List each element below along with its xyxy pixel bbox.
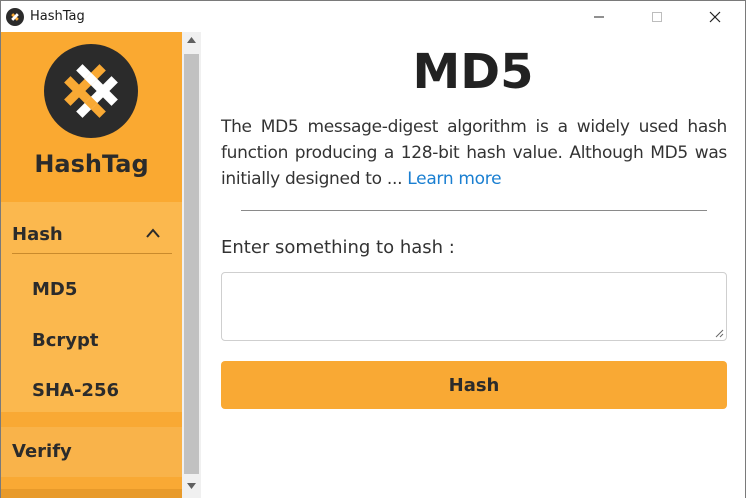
sidebar-item-label: MD5 — [32, 279, 78, 300]
divider — [241, 210, 707, 211]
sidebar-item-label: SHA-256 — [32, 380, 120, 401]
input-label: Enter something to hash : — [221, 237, 455, 258]
sidebar-next-section — [1, 489, 182, 498]
hashtag-logo-icon — [6, 8, 24, 26]
hash-section-label: Hash — [12, 224, 63, 245]
close-icon — [709, 11, 721, 22]
sidebar-item-bcrypt[interactable]: Bcrypt — [1, 318, 182, 362]
title-bar: HashTag — [1, 1, 745, 32]
nav-divider — [12, 253, 172, 254]
sidebar-item-verify[interactable]: Verify — [1, 427, 182, 477]
sidebar-item-label: Bcrypt — [32, 330, 99, 351]
brand-name: HashTag — [34, 150, 149, 178]
minimize-icon — [594, 16, 604, 17]
sidebar-item-label: Verify — [12, 441, 72, 462]
sidebar-item-md5[interactable]: MD5 — [1, 267, 182, 311]
learn-more-link[interactable]: Learn more — [407, 169, 501, 189]
window-title: HashTag — [30, 9, 85, 24]
scroll-thumb[interactable] — [184, 54, 199, 474]
maximize-button[interactable] — [634, 1, 680, 32]
hash-section-toggle[interactable]: Hash — [1, 212, 182, 252]
close-button[interactable] — [692, 1, 738, 32]
main-content: MD5 The MD5 message-digest algorithm is … — [201, 32, 745, 498]
algorithm-description: The MD5 message-digest algorithm is a wi… — [221, 114, 727, 192]
page-title: MD5 — [412, 44, 534, 100]
resize-grip-icon[interactable] — [714, 328, 724, 338]
chevron-up-icon — [146, 228, 160, 238]
minimize-button[interactable] — [576, 1, 622, 32]
hash-nav-section: Hash MD5 Bcrypt SHA-256 — [1, 202, 182, 412]
scroll-up-icon[interactable] — [186, 36, 197, 44]
hashtag-logo — [44, 44, 138, 138]
brand-area: HashTag — [1, 32, 182, 202]
scroll-down-icon[interactable] — [186, 482, 197, 490]
hash-button[interactable]: Hash — [221, 361, 727, 409]
hash-input[interactable] — [221, 272, 727, 341]
maximize-icon — [652, 11, 662, 22]
sidebar-item-sha-256[interactable]: SHA-256 — [1, 368, 182, 412]
sidebar-scrollbar[interactable] — [182, 32, 201, 498]
sidebar: HashTag Hash MD5 Bcrypt SHA-256 Verify — [1, 32, 182, 498]
